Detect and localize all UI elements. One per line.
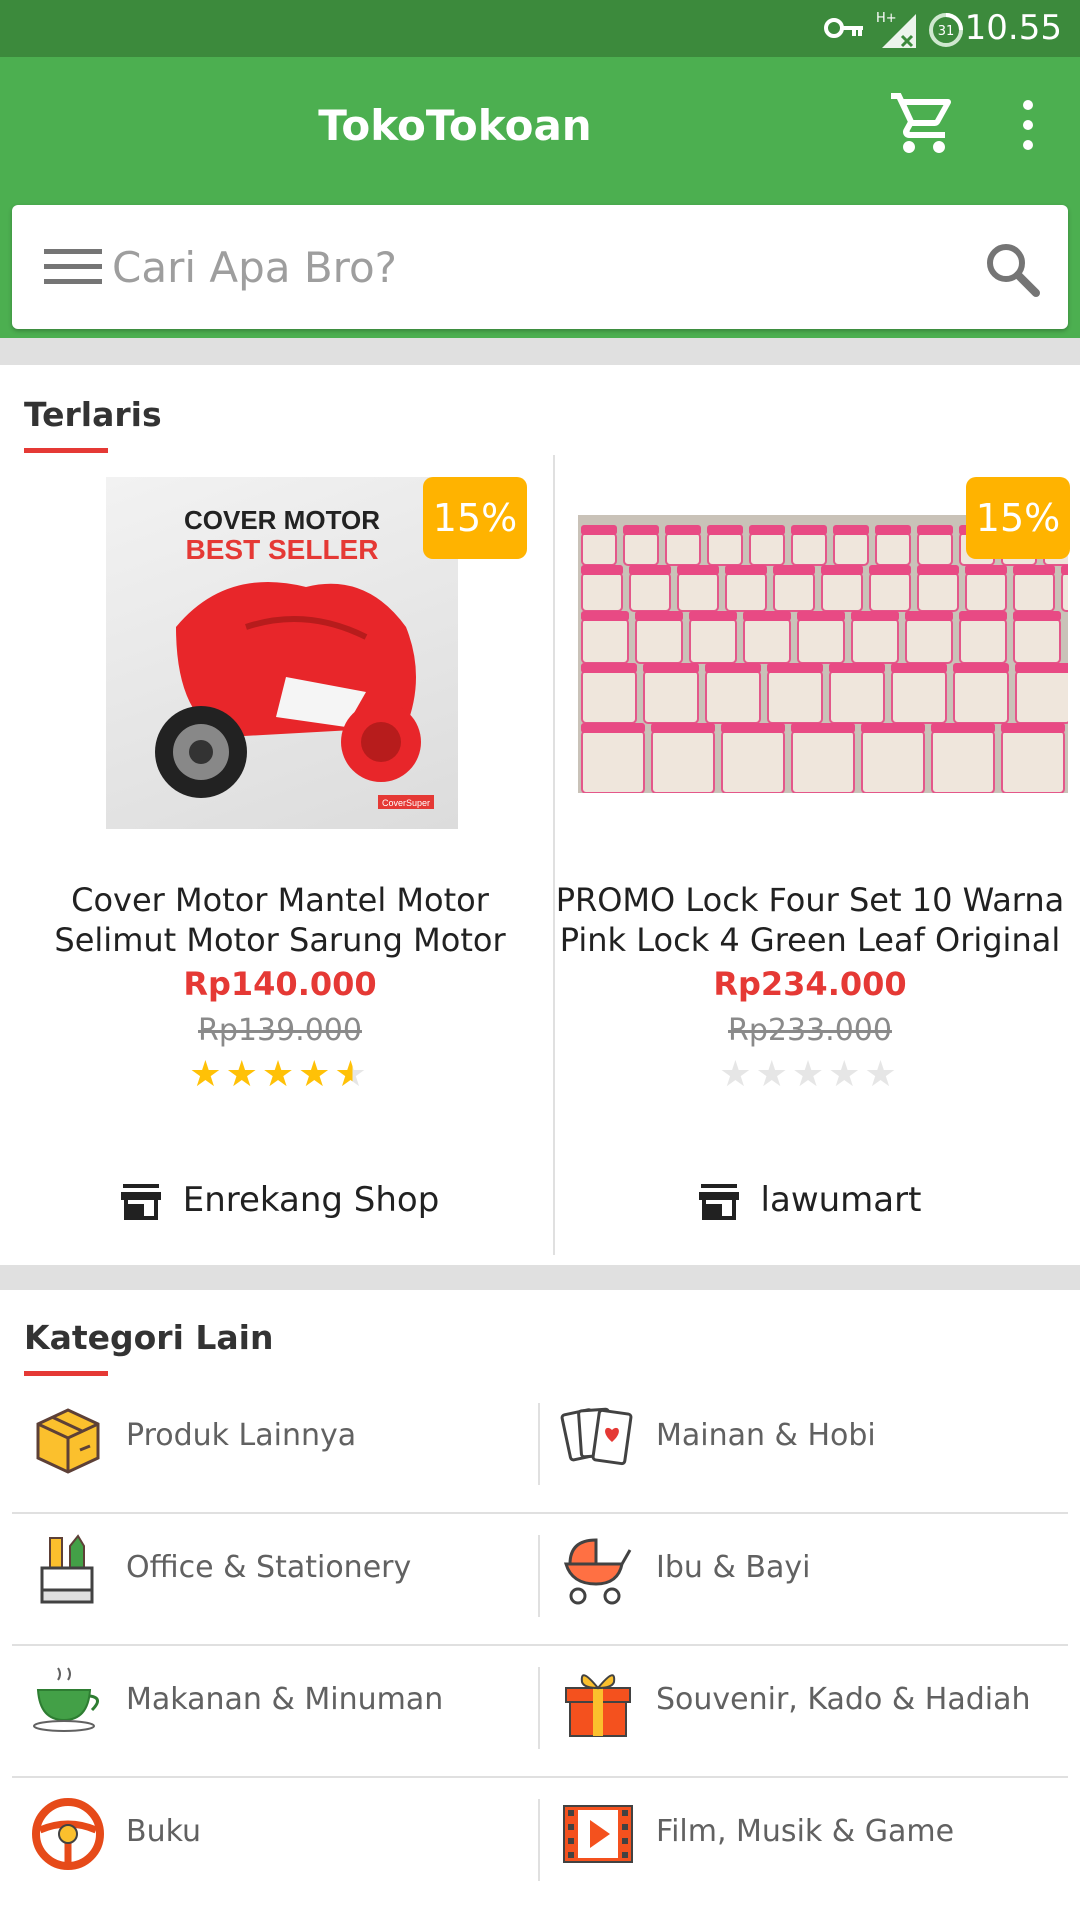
rating-stars: ★★★★★ bbox=[10, 1053, 550, 1095]
product-card[interactable]: 15% PROMO Lock Four Set 10 Warna Pink Lo… bbox=[540, 365, 1080, 1265]
shop-link[interactable]: lawumart bbox=[540, 1180, 1080, 1220]
product-name-line1: Cover Motor Mantel Motor bbox=[71, 881, 489, 919]
store-icon bbox=[120, 1183, 161, 1220]
notification-count: 31 bbox=[938, 24, 955, 39]
network-type-label: H+ bbox=[876, 11, 897, 26]
category-label: Office & Stationery bbox=[126, 1550, 412, 1585]
rating-stars: ★★★★★ bbox=[540, 1053, 1080, 1095]
star-icon: ★ bbox=[298, 1053, 335, 1094]
film-icon bbox=[563, 1805, 633, 1863]
status-time: 10.55 bbox=[964, 8, 1062, 48]
signal-icon: H+ bbox=[876, 11, 916, 48]
section-title-categories: Kategori Lain bbox=[24, 1318, 274, 1357]
baby-stroller-icon bbox=[563, 1538, 632, 1605]
category-item-film-musik-game[interactable]: Film, Musik & Game bbox=[540, 1776, 1070, 1884]
section-underline bbox=[24, 1371, 108, 1376]
image-brand-label: CoverSuper bbox=[382, 798, 430, 808]
gift-icon bbox=[565, 1674, 631, 1737]
product-name-line2: Selimut Motor Sarung Motor bbox=[54, 921, 506, 959]
category-item-makanan-minuman[interactable]: Makanan & Minuman bbox=[10, 1644, 540, 1752]
app-screen: H+ 31 10.55 TokoTokoan Cari Apa Bro? Ter… bbox=[0, 0, 1080, 1920]
category-item-ibu-bayi[interactable]: Ibu & Bayi bbox=[540, 1512, 1070, 1620]
playing-cards-icon bbox=[560, 1407, 633, 1466]
discount-badge: 15% bbox=[423, 477, 527, 559]
stationery-icon bbox=[40, 1534, 94, 1604]
more-vert-icon[interactable] bbox=[1010, 97, 1046, 153]
category-label: Mainan & Hobi bbox=[656, 1418, 876, 1453]
shop-name: Enrekang Shop bbox=[182, 1180, 440, 1220]
product-price: Rp140.000 bbox=[183, 965, 377, 1003]
product-name[interactable]: Cover Motor Mantel Motor Selimut Motor S… bbox=[10, 880, 550, 960]
box-icon bbox=[36, 1408, 100, 1474]
bestseller-section: Terlaris COVER MOTOR BEST SELLER CoverSu… bbox=[0, 365, 1080, 1265]
shop-name: lawumart bbox=[760, 1180, 922, 1220]
search-input[interactable] bbox=[112, 235, 932, 299]
search-icon[interactable] bbox=[982, 239, 1042, 299]
product-old-price: Rp139.000 bbox=[198, 1013, 362, 1048]
app-title: TokoTokoan bbox=[318, 101, 592, 150]
teacup-icon bbox=[33, 1667, 99, 1732]
shop-link[interactable]: Enrekang Shop bbox=[10, 1180, 550, 1220]
categories-section: Kategori Lain Produk Lainnya Mainan & Ho… bbox=[0, 1290, 1080, 1920]
store-icon bbox=[698, 1183, 739, 1220]
star-icon: ★ bbox=[755, 1053, 792, 1094]
product-price: Rp234.000 bbox=[713, 965, 907, 1003]
star-icon: ★ bbox=[261, 1053, 299, 1094]
star-icon: ★ bbox=[334, 1053, 371, 1094]
category-label: Film, Musik & Game bbox=[656, 1814, 955, 1849]
search-bar[interactable] bbox=[12, 205, 1068, 329]
category-item-buku[interactable]: Buku bbox=[10, 1776, 540, 1884]
star-icon: ★ bbox=[225, 1053, 262, 1094]
category-item-souvenir-kado-hadiah[interactable]: Souvenir, Kado & Hadiah bbox=[540, 1644, 1070, 1752]
image-caption-bottom: BEST SELLER bbox=[186, 534, 379, 565]
menu-icon[interactable] bbox=[44, 247, 102, 287]
product-image[interactable]: COVER MOTOR BEST SELLER CoverSuper bbox=[106, 477, 458, 829]
star-icon: ★ bbox=[828, 1053, 865, 1094]
notification-icon: 31 bbox=[929, 13, 963, 47]
cart-icon[interactable] bbox=[888, 87, 960, 159]
star-icon: ★ bbox=[719, 1053, 756, 1094]
category-label: Souvenir, Kado & Hadiah bbox=[656, 1682, 1031, 1717]
product-old-price: Rp233.000 bbox=[728, 1013, 892, 1048]
star-icon: ★ bbox=[791, 1053, 829, 1094]
category-label: Makanan & Minuman bbox=[126, 1682, 444, 1717]
category-item-office-stationery[interactable]: Office & Stationery bbox=[10, 1512, 540, 1620]
category-label: Ibu & Bayi bbox=[656, 1550, 811, 1585]
star-icon: ★ bbox=[189, 1053, 226, 1094]
steering-wheel-icon bbox=[32, 1798, 104, 1870]
category-label: Buku bbox=[126, 1814, 202, 1849]
category-item-produk-lainnya[interactable]: Produk Lainnya bbox=[10, 1380, 540, 1488]
search-area bbox=[0, 203, 1080, 338]
product-card[interactable]: COVER MOTOR BEST SELLER CoverSuper 15% C… bbox=[10, 365, 550, 1265]
category-label: Produk Lainnya bbox=[126, 1418, 357, 1453]
category-item-mainan-hobi[interactable]: Mainan & Hobi bbox=[540, 1380, 1070, 1488]
star-icon: ★ bbox=[864, 1053, 901, 1094]
discount-badge: 15% bbox=[966, 477, 1070, 559]
app-bar: TokoTokoan bbox=[0, 57, 1080, 203]
product-name-line2: Pink Lock 4 Green Leaf Original bbox=[559, 921, 1061, 959]
image-caption-top: COVER MOTOR bbox=[184, 505, 380, 535]
product-name[interactable]: PROMO Lock Four Set 10 Warna Pink Lock 4… bbox=[540, 880, 1080, 960]
key-icon bbox=[824, 18, 863, 38]
product-name-line1: PROMO Lock Four Set 10 Warna bbox=[555, 881, 1065, 919]
status-bar: H+ 31 10.55 bbox=[0, 0, 1080, 57]
